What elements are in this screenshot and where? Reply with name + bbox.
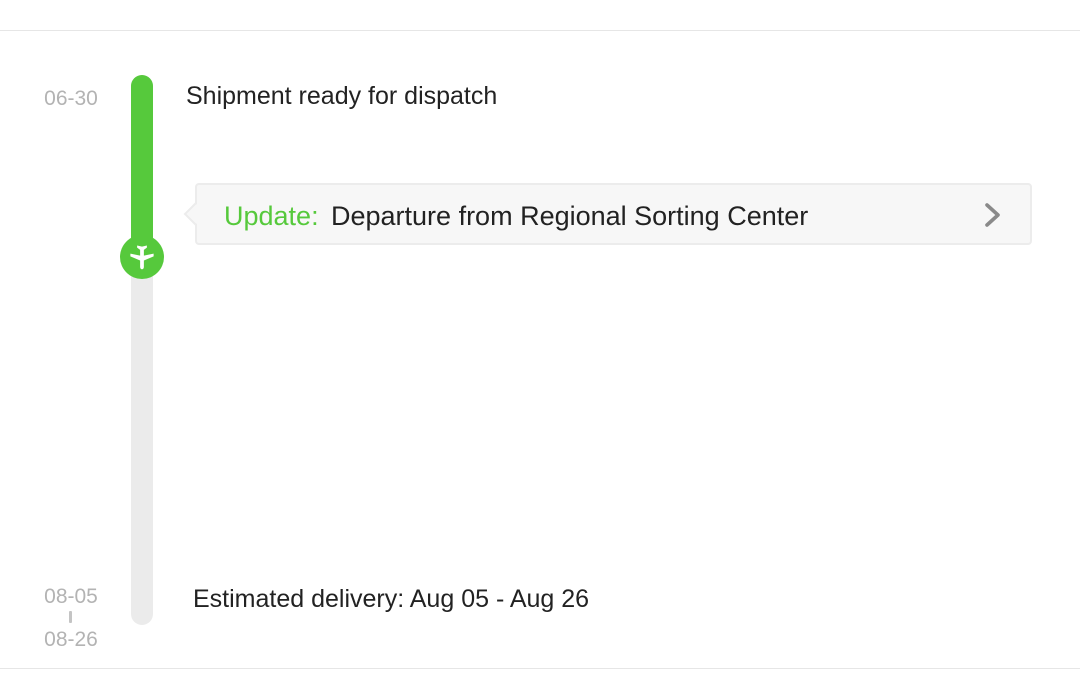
event-title: Shipment ready for dispatch bbox=[186, 82, 498, 110]
update-card[interactable]: Update: Departure from Regional Sorting … bbox=[183, 183, 1032, 245]
shipment-tracking-page: 06-30 Shipment ready for dispatch Update… bbox=[0, 0, 1080, 699]
date-range-separator bbox=[69, 611, 72, 623]
estimated-delivery: Estimated delivery: Aug 05 - Aug 26 bbox=[193, 585, 590, 613]
end-date-from: 08-05 bbox=[44, 585, 98, 608]
top-divider bbox=[0, 30, 1080, 31]
update-label: Update: bbox=[224, 201, 319, 231]
bottom-divider bbox=[0, 668, 1080, 669]
chevron-right-icon bbox=[985, 203, 1000, 227]
update-card-pointer bbox=[183, 202, 207, 226]
airplane-icon bbox=[120, 235, 164, 279]
end-date-to: 08-26 bbox=[44, 628, 98, 651]
start-date: 06-30 bbox=[44, 87, 98, 110]
timeline-progress-fill bbox=[131, 75, 153, 257]
update-text: Departure from Regional Sorting Center bbox=[331, 201, 809, 231]
